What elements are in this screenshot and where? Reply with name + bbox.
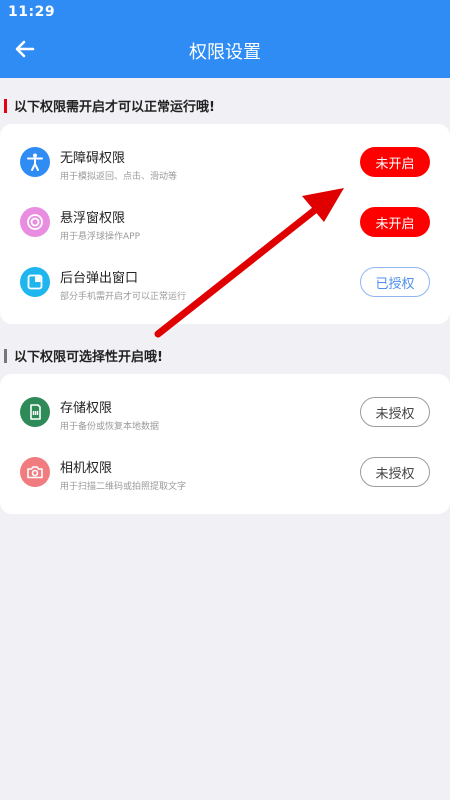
required-section-label: 以下权限需开启才可以正常运行哦! bbox=[14, 100, 215, 115]
required-section-title: 以下权限需开启才可以正常运行哦! bbox=[0, 96, 215, 115]
section-marker bbox=[4, 98, 7, 113]
top-app-bar: 11:29 权限设置 bbox=[0, 0, 450, 78]
permission-desc: 用于悬浮球操作APP bbox=[60, 232, 141, 242]
required-permissions-card: 无障碍权限 用于模拟返回、点击、滑动等 未开启 悬浮窗权限 用于悬浮球操作APP… bbox=[0, 124, 450, 324]
permission-desc: 用于扫描二维码或拍照提取文字 bbox=[60, 482, 187, 492]
permission-name: 无障碍权限 bbox=[60, 151, 126, 166]
camera-grant-button[interactable]: 未授权 bbox=[360, 457, 430, 487]
permission-name: 相机权限 bbox=[60, 461, 113, 476]
permission-desc: 用于模拟返回、点击、滑动等 bbox=[60, 172, 178, 182]
floating-window-icon bbox=[20, 207, 50, 237]
permission-name: 后台弹出窗口 bbox=[60, 271, 139, 286]
optional-section-title: 以下权限可选择性开启哦! bbox=[0, 346, 163, 365]
list-item-storage: 存储权限 用于备份或恢复本地数据 未授权 bbox=[0, 384, 450, 444]
background-popup-status-button[interactable]: 已授权 bbox=[360, 267, 430, 297]
storage-icon bbox=[20, 397, 50, 427]
list-item-accessibility: 无障碍权限 用于模拟返回、点击、滑动等 未开启 bbox=[0, 134, 450, 194]
accessibility-enable-button[interactable]: 未开启 bbox=[360, 147, 430, 177]
accessibility-icon bbox=[20, 147, 50, 177]
optional-section-label: 以下权限可选择性开启哦! bbox=[14, 350, 163, 365]
permission-name: 悬浮窗权限 bbox=[60, 211, 126, 226]
list-item-camera: 相机权限 用于扫描二维码或拍照提取文字 未授权 bbox=[0, 444, 450, 504]
status-time: 11:29 bbox=[8, 4, 56, 20]
permission-name: 存储权限 bbox=[60, 401, 113, 416]
optional-permissions-card: 存储权限 用于备份或恢复本地数据 未授权 相机权限 用于扫描二维码或拍照提取文字… bbox=[0, 374, 450, 514]
list-item-background-popup: 后台弹出窗口 部分手机需开启才可以正常运行 已授权 bbox=[0, 254, 450, 314]
page-title: 权限设置 bbox=[189, 42, 261, 63]
permission-desc: 部分手机需开启才可以正常运行 bbox=[60, 292, 187, 302]
floating-window-enable-button[interactable]: 未开启 bbox=[360, 207, 430, 237]
section-marker bbox=[4, 348, 7, 363]
popup-window-icon bbox=[20, 267, 50, 297]
camera-icon bbox=[20, 457, 50, 487]
list-item-floating-window: 悬浮窗权限 用于悬浮球操作APP 未开启 bbox=[0, 194, 450, 254]
storage-grant-button[interactable]: 未授权 bbox=[360, 397, 430, 427]
permission-desc: 用于备份或恢复本地数据 bbox=[60, 422, 160, 432]
